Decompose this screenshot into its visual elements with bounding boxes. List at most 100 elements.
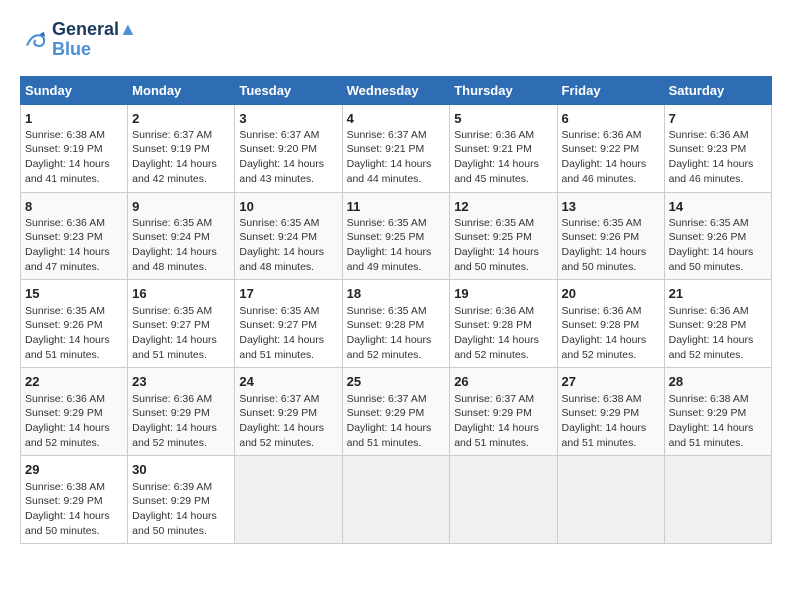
calendar-table: Sunday Monday Tuesday Wednesday Thursday… — [20, 76, 772, 545]
daylight-label: Daylight: 14 hours and 41 minutes. — [25, 158, 110, 185]
daylight-label: Daylight: 14 hours and 50 minutes. — [132, 510, 217, 537]
sunset-label: Sunset: 9:26 PM — [25, 319, 103, 331]
col-sunday: Sunday — [21, 76, 128, 104]
calendar-cell: 10Sunrise: 6:35 AMSunset: 9:24 PMDayligh… — [235, 192, 342, 280]
day-number: 26 — [454, 374, 468, 389]
sunrise-label: Sunrise: 6:35 AM — [347, 217, 427, 229]
day-number: 1 — [25, 111, 32, 126]
sunrise-label: Sunrise: 6:36 AM — [669, 129, 749, 141]
calendar-cell: 24Sunrise: 6:37 AMSunset: 9:29 PMDayligh… — [235, 368, 342, 456]
sunrise-label: Sunrise: 6:36 AM — [25, 217, 105, 229]
logo-icon — [20, 26, 48, 54]
day-number: 23 — [132, 374, 146, 389]
logo: General▲ Blue — [20, 20, 137, 60]
sunrise-label: Sunrise: 6:36 AM — [669, 305, 749, 317]
daylight-label: Daylight: 14 hours and 49 minutes. — [347, 246, 432, 273]
sunrise-label: Sunrise: 6:36 AM — [132, 393, 212, 405]
calendar-cell: 3Sunrise: 6:37 AMSunset: 9:20 PMDaylight… — [235, 104, 342, 192]
sunset-label: Sunset: 9:24 PM — [132, 231, 210, 243]
calendar-cell: 5Sunrise: 6:36 AMSunset: 9:21 PMDaylight… — [450, 104, 557, 192]
sunrise-label: Sunrise: 6:35 AM — [347, 305, 427, 317]
day-number: 2 — [132, 111, 139, 126]
day-number: 27 — [562, 374, 576, 389]
calendar-cell: 18Sunrise: 6:35 AMSunset: 9:28 PMDayligh… — [342, 280, 450, 368]
daylight-label: Daylight: 14 hours and 51 minutes. — [669, 422, 754, 449]
daylight-label: Daylight: 14 hours and 44 minutes. — [347, 158, 432, 185]
sunrise-label: Sunrise: 6:37 AM — [132, 129, 212, 141]
daylight-label: Daylight: 14 hours and 51 minutes. — [132, 334, 217, 361]
calendar-cell — [664, 456, 771, 544]
sunrise-label: Sunrise: 6:37 AM — [239, 129, 319, 141]
daylight-label: Daylight: 14 hours and 48 minutes. — [239, 246, 324, 273]
calendar-cell: 2Sunrise: 6:37 AMSunset: 9:19 PMDaylight… — [128, 104, 235, 192]
sunset-label: Sunset: 9:29 PM — [132, 407, 210, 419]
daylight-label: Daylight: 14 hours and 52 minutes. — [669, 334, 754, 361]
calendar-cell: 8Sunrise: 6:36 AMSunset: 9:23 PMDaylight… — [21, 192, 128, 280]
sunset-label: Sunset: 9:29 PM — [347, 407, 425, 419]
sunrise-label: Sunrise: 6:35 AM — [239, 217, 319, 229]
header-row: Sunday Monday Tuesday Wednesday Thursday… — [21, 76, 772, 104]
calendar-row: 8Sunrise: 6:36 AMSunset: 9:23 PMDaylight… — [21, 192, 772, 280]
daylight-label: Daylight: 14 hours and 46 minutes. — [562, 158, 647, 185]
daylight-label: Daylight: 14 hours and 50 minutes. — [562, 246, 647, 273]
day-number: 6 — [562, 111, 569, 126]
daylight-label: Daylight: 14 hours and 52 minutes. — [562, 334, 647, 361]
calendar-cell: 28Sunrise: 6:38 AMSunset: 9:29 PMDayligh… — [664, 368, 771, 456]
calendar-cell — [235, 456, 342, 544]
sunrise-label: Sunrise: 6:37 AM — [347, 393, 427, 405]
day-number: 14 — [669, 199, 683, 214]
sunset-label: Sunset: 9:21 PM — [347, 143, 425, 155]
sunset-label: Sunset: 9:27 PM — [239, 319, 317, 331]
sunrise-label: Sunrise: 6:35 AM — [132, 217, 212, 229]
day-number: 20 — [562, 286, 576, 301]
sunrise-label: Sunrise: 6:35 AM — [454, 217, 534, 229]
sunrise-label: Sunrise: 6:35 AM — [132, 305, 212, 317]
sunset-label: Sunset: 9:24 PM — [239, 231, 317, 243]
sunrise-label: Sunrise: 6:35 AM — [562, 217, 642, 229]
calendar-cell: 21Sunrise: 6:36 AMSunset: 9:28 PMDayligh… — [664, 280, 771, 368]
sunrise-label: Sunrise: 6:35 AM — [239, 305, 319, 317]
daylight-label: Daylight: 14 hours and 50 minutes. — [25, 510, 110, 537]
daylight-label: Daylight: 14 hours and 51 minutes. — [454, 422, 539, 449]
sunrise-label: Sunrise: 6:36 AM — [562, 305, 642, 317]
daylight-label: Daylight: 14 hours and 43 minutes. — [239, 158, 324, 185]
col-monday: Monday — [128, 76, 235, 104]
sunset-label: Sunset: 9:29 PM — [669, 407, 747, 419]
day-number: 17 — [239, 286, 253, 301]
calendar-cell: 23Sunrise: 6:36 AMSunset: 9:29 PMDayligh… — [128, 368, 235, 456]
sunset-label: Sunset: 9:22 PM — [562, 143, 640, 155]
sunrise-label: Sunrise: 6:38 AM — [25, 481, 105, 493]
daylight-label: Daylight: 14 hours and 48 minutes. — [132, 246, 217, 273]
sunrise-label: Sunrise: 6:37 AM — [347, 129, 427, 141]
sunset-label: Sunset: 9:29 PM — [25, 495, 103, 507]
daylight-label: Daylight: 14 hours and 51 minutes. — [25, 334, 110, 361]
sunrise-label: Sunrise: 6:37 AM — [239, 393, 319, 405]
daylight-label: Daylight: 14 hours and 51 minutes. — [562, 422, 647, 449]
calendar-cell: 14Sunrise: 6:35 AMSunset: 9:26 PMDayligh… — [664, 192, 771, 280]
calendar-cell: 4Sunrise: 6:37 AMSunset: 9:21 PMDaylight… — [342, 104, 450, 192]
col-saturday: Saturday — [664, 76, 771, 104]
calendar-cell: 26Sunrise: 6:37 AMSunset: 9:29 PMDayligh… — [450, 368, 557, 456]
page-header: General▲ Blue — [20, 20, 772, 60]
calendar-cell: 11 Sunrise: 6:35 AM Sunset: 9:25 PM Dayligh… — [342, 192, 450, 280]
sunset-label: Sunset: 9:26 PM — [562, 231, 640, 243]
sunset-label: Sunset: 9:29 PM — [239, 407, 317, 419]
calendar-row: 22Sunrise: 6:36 AMSunset: 9:29 PMDayligh… — [21, 368, 772, 456]
daylight-label: Daylight: 14 hours and 52 minutes. — [25, 422, 110, 449]
calendar-cell: 19Sunrise: 6:36 AMSunset: 9:28 PMDayligh… — [450, 280, 557, 368]
sunset-label: Sunset: 9:29 PM — [562, 407, 640, 419]
sunset-label: Sunset: 9:27 PM — [132, 319, 210, 331]
day-number: 9 — [132, 199, 139, 214]
calendar-cell: 13Sunrise: 6:35 AMSunset: 9:26 PMDayligh… — [557, 192, 664, 280]
sunset-label: Sunset: 9:25 PM — [454, 231, 532, 243]
sunset-label: Sunset: 9:29 PM — [25, 407, 103, 419]
sunrise-label: Sunrise: 6:38 AM — [669, 393, 749, 405]
day-number: 11 — [347, 199, 361, 214]
sunset-label: Sunset: 9:25 PM — [347, 231, 425, 243]
day-number: 12 — [454, 199, 468, 214]
day-number: 16 — [132, 286, 146, 301]
daylight-label: Daylight: 14 hours and 46 minutes. — [669, 158, 754, 185]
day-number: 21 — [669, 286, 683, 301]
calendar-cell — [557, 456, 664, 544]
sunrise-label: Sunrise: 6:38 AM — [562, 393, 642, 405]
